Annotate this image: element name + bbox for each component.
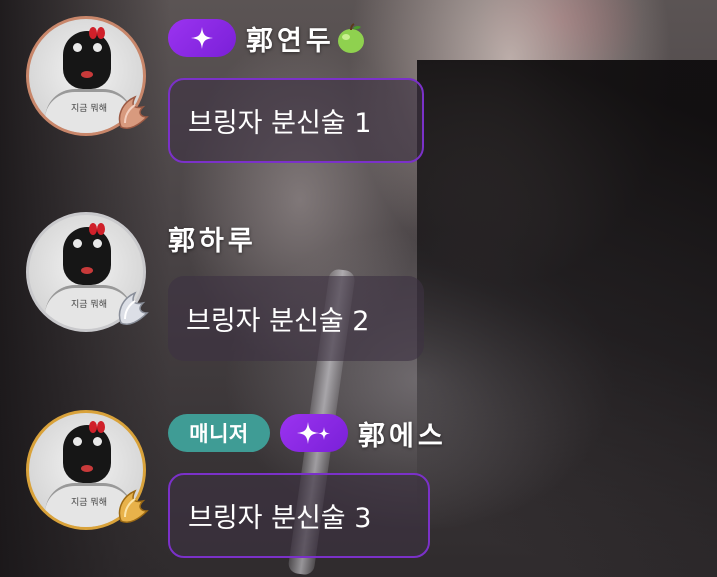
manager-label: 매니저 bbox=[189, 422, 249, 446]
background-hair-shadow bbox=[417, 60, 717, 577]
bronze-wing-icon bbox=[118, 95, 149, 129]
user-nickname[interactable]: 郭에스 bbox=[358, 414, 447, 453]
manager-badge: 매니저 bbox=[168, 414, 270, 452]
user-avatar[interactable]: 지금 뭐해 bbox=[26, 410, 149, 530]
sparkle-icon bbox=[191, 27, 213, 49]
message-bubble[interactable]: 브링자 분신술 3 bbox=[168, 473, 430, 558]
message-text: 브링자 분신술 1 bbox=[188, 108, 372, 139]
message-bubble[interactable]: 브링자 분신술 2 bbox=[168, 276, 424, 361]
avatar-caption: 지금 뭐해 bbox=[71, 104, 107, 114]
user-nickname[interactable]: 郭하루 bbox=[168, 219, 257, 258]
message-text: 브링자 분신술 2 bbox=[186, 306, 370, 337]
user-avatar[interactable]: 지금 뭐해 bbox=[26, 16, 149, 136]
silver-wing-icon bbox=[118, 291, 149, 325]
sparkle-badge bbox=[168, 19, 236, 57]
message-bubble[interactable]: 브링자 분신술 1 bbox=[168, 78, 424, 163]
double-sparkle-badge bbox=[280, 414, 348, 452]
gold-wing-icon bbox=[118, 489, 149, 523]
message-header: 매니저 郭에스 bbox=[168, 413, 447, 453]
avatar-caption: 지금 뭐해 bbox=[71, 498, 107, 508]
user-avatar[interactable]: 지금 뭐해 bbox=[26, 212, 149, 332]
double-sparkle-icon bbox=[297, 422, 330, 444]
avatar-caption: 지금 뭐해 bbox=[71, 300, 107, 310]
user-nickname[interactable]: 郭연두 bbox=[246, 19, 335, 58]
message-header: 郭연두 bbox=[168, 18, 367, 58]
green-apple-icon bbox=[337, 23, 364, 53]
message-text: 브링자 분신술 3 bbox=[188, 503, 372, 534]
message-header: 郭하루 bbox=[168, 218, 257, 258]
